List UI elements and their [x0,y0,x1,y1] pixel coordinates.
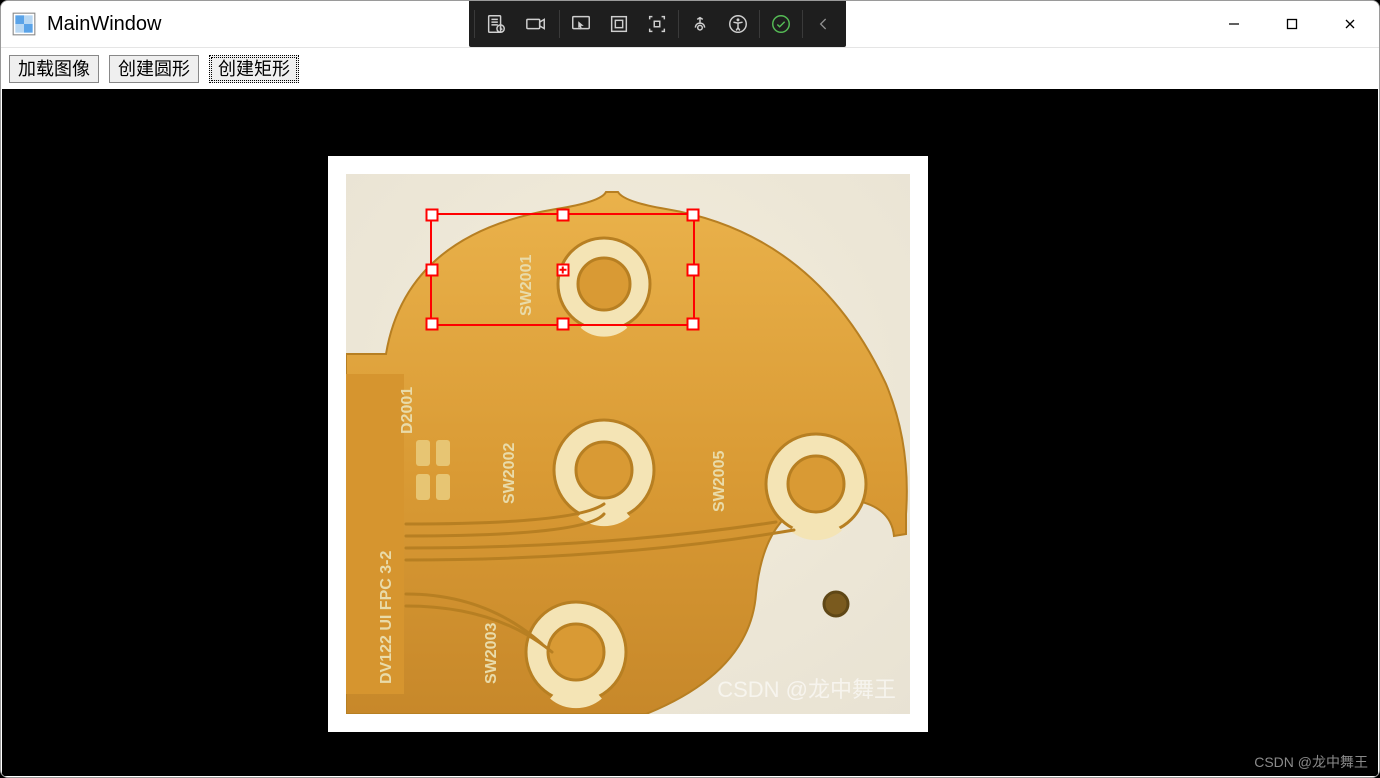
svg-text:SW2005: SW2005 [711,451,728,512]
svg-text:SW2002: SW2002 [501,443,518,504]
svg-text:D2001: D2001 [399,387,416,434]
app-icon [11,11,37,37]
selection-rectangle[interactable] [430,213,695,326]
runtime-box-icon[interactable] [600,4,638,44]
create-circle-button[interactable]: 创建圆形 [109,55,199,83]
handle-tr-icon[interactable] [687,209,700,222]
separator [759,10,760,38]
svg-text:DV122 UI FPC 3-2: DV122 UI FPC 3-2 [378,551,395,684]
handle-br-icon[interactable] [687,318,700,331]
window-system-buttons [1205,1,1379,47]
separator [474,10,475,38]
close-button[interactable] [1321,1,1379,47]
accessibility-icon[interactable] [719,4,757,44]
pcb-image-content: DV122 UI FPC 3-2 D2001 SW2001 SW2002 SW2… [346,174,910,714]
handle-bl-icon[interactable] [426,318,439,331]
snoop-icon[interactable] [477,4,515,44]
handle-tc-icon[interactable] [556,209,569,222]
separator [559,10,560,38]
window-title: MainWindow [47,13,161,36]
minimize-button[interactable] [1205,1,1263,47]
image-canvas[interactable]: DV122 UI FPC 3-2 D2001 SW2001 SW2002 SW2… [2,89,1378,776]
app-toolbar: 加载图像 创建圆形 创建矩形 [1,47,1379,89]
loaded-image: DV122 UI FPC 3-2 D2001 SW2001 SW2002 SW2… [328,156,928,732]
video-record-icon[interactable] [515,4,557,44]
debugger-overlay-toolbar [469,1,846,47]
app-window: MainWindow [0,0,1380,778]
handle-mc-icon[interactable] [556,263,569,276]
handle-bc-icon[interactable] [556,318,569,331]
handle-mr-icon[interactable] [687,263,700,276]
create-rect-button[interactable]: 创建矩形 [209,55,299,83]
pick-corners-icon[interactable] [638,4,676,44]
separator [678,10,679,38]
handle-tl-icon[interactable] [426,209,439,222]
chevron-left-icon[interactable] [805,4,843,44]
runtime-cursor-icon[interactable] [562,4,600,44]
load-image-button[interactable]: 加载图像 [9,55,99,83]
runtime-gear-icon[interactable] [681,4,719,44]
handle-ml-icon[interactable] [426,263,439,276]
separator [802,10,803,38]
svg-text:SW2003: SW2003 [483,623,500,684]
check-ok-icon[interactable] [762,4,800,44]
maximize-button[interactable] [1263,1,1321,47]
